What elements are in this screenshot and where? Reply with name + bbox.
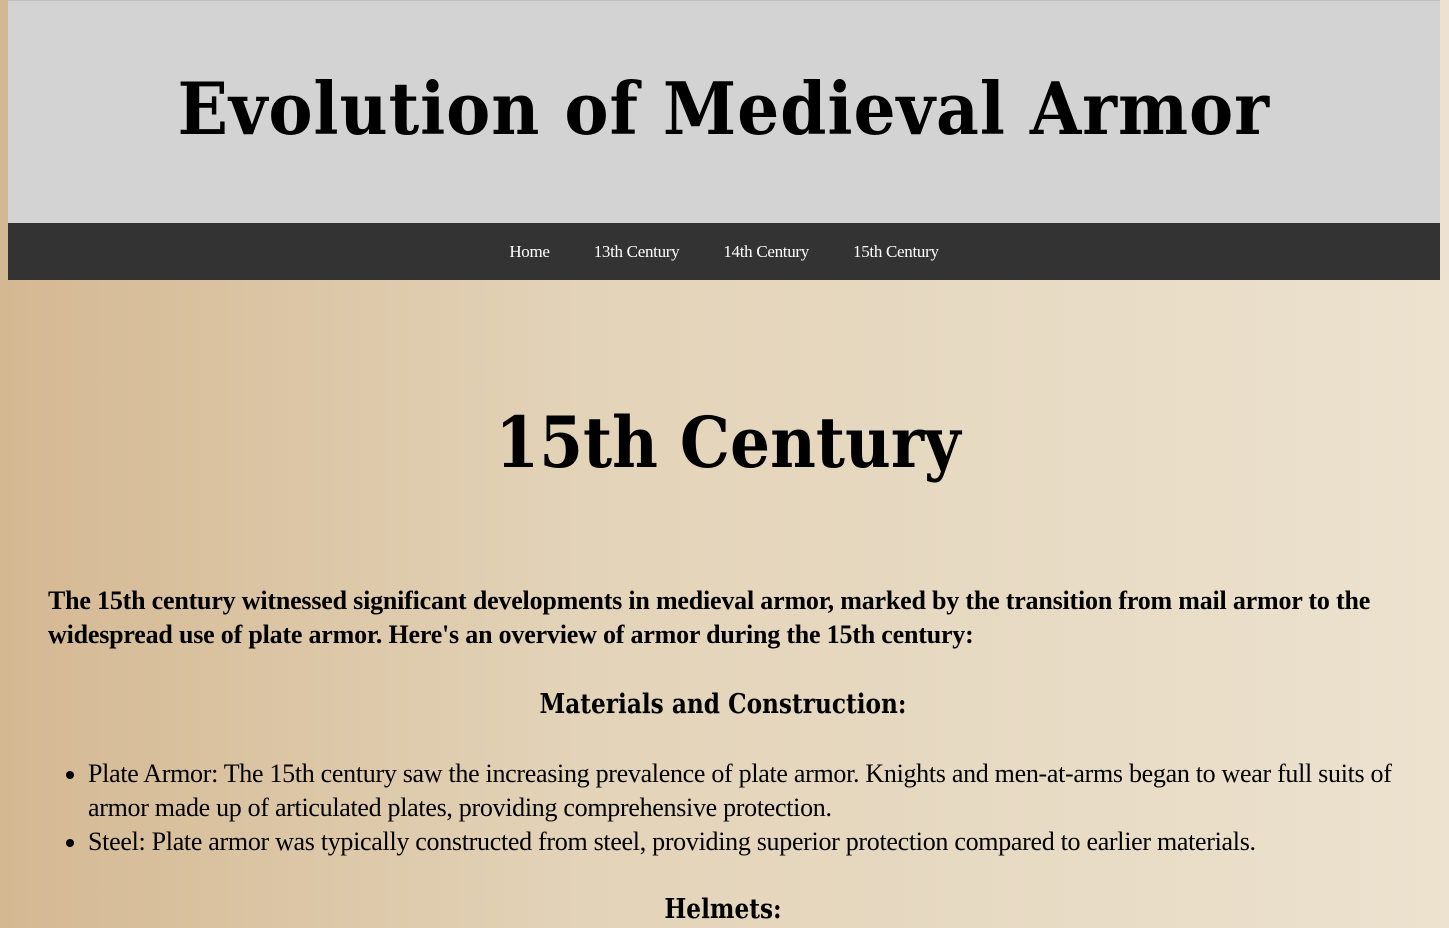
materials-list: Plate Armor: The 15th century saw the in…: [48, 757, 1428, 859]
nav-link-13th-century[interactable]: 13th Century: [594, 242, 680, 262]
site-title: Evolution of Medieval Armor: [177, 65, 1271, 151]
intro-paragraph: The 15th century witnessed significant d…: [48, 586, 1371, 649]
section-heading-materials: Materials and Construction:: [539, 689, 907, 720]
page-heading: 15th Century: [495, 401, 961, 484]
nav-link-home[interactable]: Home: [509, 242, 550, 262]
list-item: Steel: Plate armor was typically constru…: [88, 825, 1428, 859]
section-heading-helmets: Helmets:: [664, 894, 782, 925]
main-nav: Home 13th Century 14th Century 15th Cent…: [8, 223, 1440, 280]
nav-link-15th-century[interactable]: 15th Century: [853, 242, 939, 262]
site-header: Evolution of Medieval Armor: [8, 0, 1440, 223]
nav-link-14th-century[interactable]: 14th Century: [723, 242, 809, 262]
list-item: Plate Armor: The 15th century saw the in…: [88, 757, 1428, 825]
page-frame: Evolution of Medieval Armor Home 13th Ce…: [8, 0, 1440, 280]
